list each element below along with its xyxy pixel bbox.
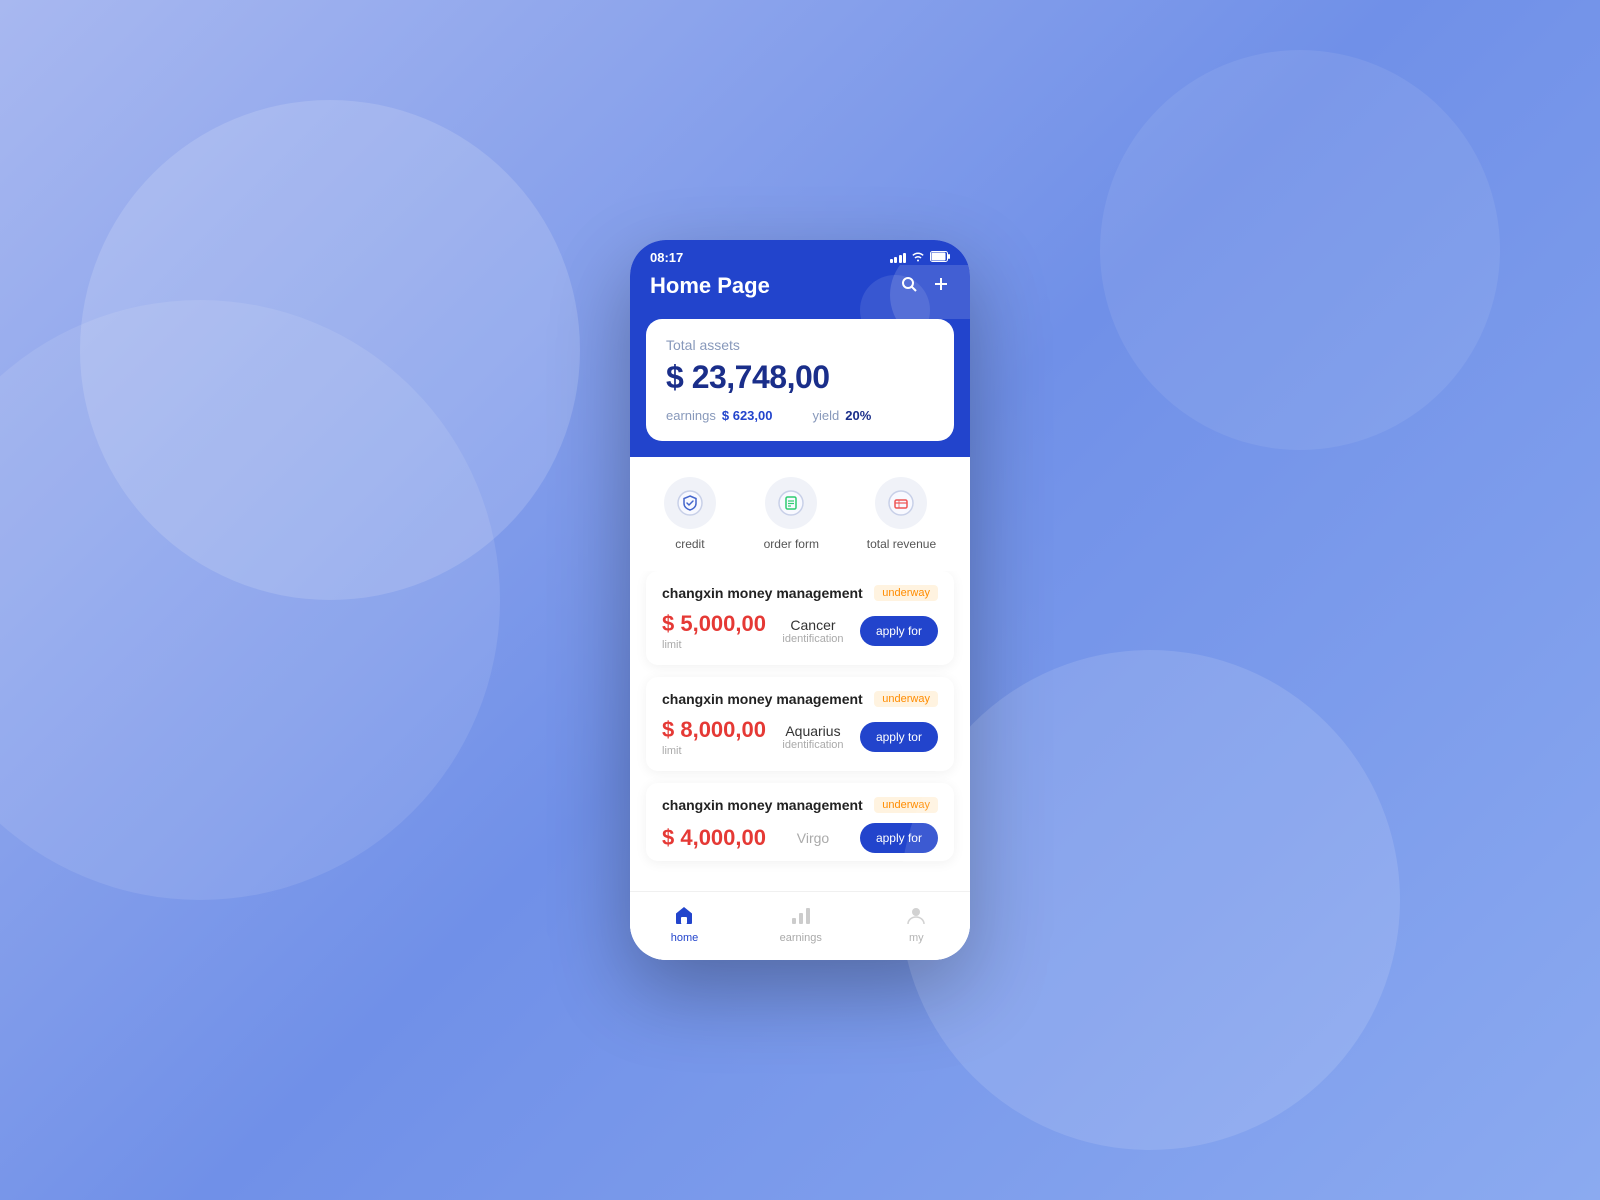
money-card-2-title: changxin money management: [662, 691, 863, 707]
money-card-2-limit: limit: [662, 745, 766, 757]
quick-action-order-form[interactable]: order form: [764, 477, 819, 551]
status-bar: 08:17: [630, 240, 970, 265]
add-icon[interactable]: [932, 275, 950, 298]
home-icon: [671, 902, 697, 928]
wifi-icon: [911, 250, 925, 265]
signal-icon: [890, 253, 907, 263]
money-card-1-header: changxin money management underway: [662, 585, 938, 601]
shield-icon: [677, 490, 703, 516]
order-form-label: order form: [764, 537, 819, 551]
assets-footer: earnings $ 623,00 yield 20%: [666, 408, 934, 423]
yield-item: yield 20%: [812, 408, 871, 423]
total-revenue-icon-wrap: [875, 477, 927, 529]
bg-decoration-3: [900, 650, 1400, 1150]
yield-value: 20%: [845, 408, 871, 423]
nav-item-home[interactable]: home: [671, 902, 699, 944]
money-card-1-title: changxin money management: [662, 585, 863, 601]
money-card-2: changxin money management underway $ 8,0…: [646, 677, 954, 771]
revenue-icon: [888, 490, 914, 516]
money-card-1: changxin money management underway $ 5,0…: [646, 571, 954, 665]
page-header: Home Page: [630, 265, 970, 319]
money-card-1-amount: $ 5,000,00: [662, 611, 766, 637]
apply-button-1[interactable]: apply for: [860, 616, 938, 646]
money-card-3-header: changxin money management underway: [662, 797, 938, 813]
money-card-2-id-name: Aquarius: [785, 723, 840, 739]
search-icon[interactable]: [900, 275, 918, 298]
nav-item-earnings[interactable]: earnings: [780, 902, 822, 944]
assets-card: Total assets $ 23,748,00 earnings $ 623,…: [646, 319, 954, 441]
quick-actions: credit order form: [630, 457, 970, 571]
earnings-icon: [788, 902, 814, 928]
money-card-2-body: $ 8,000,00 limit Aquarius identification…: [662, 717, 938, 757]
total-revenue-label: total revenue: [867, 537, 936, 551]
battery-icon: [930, 251, 950, 265]
apply-button-2[interactable]: apply tor: [860, 722, 938, 752]
earnings-item: earnings $ 623,00: [666, 408, 772, 423]
credit-icon-wrap: [664, 477, 716, 529]
header-actions: [900, 275, 950, 298]
quick-action-credit[interactable]: credit: [664, 477, 716, 551]
form-icon: [778, 490, 804, 516]
yield-label: yield: [812, 408, 839, 423]
assets-section: Total assets $ 23,748,00 earnings $ 623,…: [630, 319, 970, 457]
money-card-3-id-name: Virgo: [797, 830, 829, 846]
earnings-value: $ 623,00: [722, 408, 773, 423]
money-card-1-limit: limit: [662, 639, 766, 651]
money-card-1-status: underway: [874, 585, 938, 601]
credit-label: credit: [675, 537, 704, 551]
status-icons: [890, 250, 951, 265]
money-card-3-title: changxin money management: [662, 797, 863, 813]
nav-label-home: home: [671, 932, 699, 944]
money-card-3-amount: $ 4,000,00: [662, 825, 766, 851]
money-card-1-id-label: identification: [782, 633, 843, 645]
order-form-icon-wrap: [765, 477, 817, 529]
money-card-2-header: changxin money management underway: [662, 691, 938, 707]
nav-label-earnings: earnings: [780, 932, 822, 944]
assets-amount: $ 23,748,00: [666, 359, 934, 396]
status-time: 08:17: [650, 250, 683, 265]
earnings-label: earnings: [666, 408, 716, 423]
assets-label: Total assets: [666, 337, 934, 353]
money-card-1-body: $ 5,000,00 limit Cancer identification a…: [662, 611, 938, 651]
money-card-2-amount: $ 8,000,00: [662, 717, 766, 743]
money-card-2-status: underway: [874, 691, 938, 707]
money-card-1-id-name: Cancer: [790, 617, 835, 633]
money-card-2-id-label: identification: [782, 739, 843, 751]
money-card-3-body: $ 4,000,00 Virgo apply for: [662, 823, 938, 853]
bg-decoration-4: [1100, 50, 1500, 450]
quick-action-total-revenue[interactable]: total revenue: [867, 477, 936, 551]
page-title: Home Page: [650, 273, 770, 299]
